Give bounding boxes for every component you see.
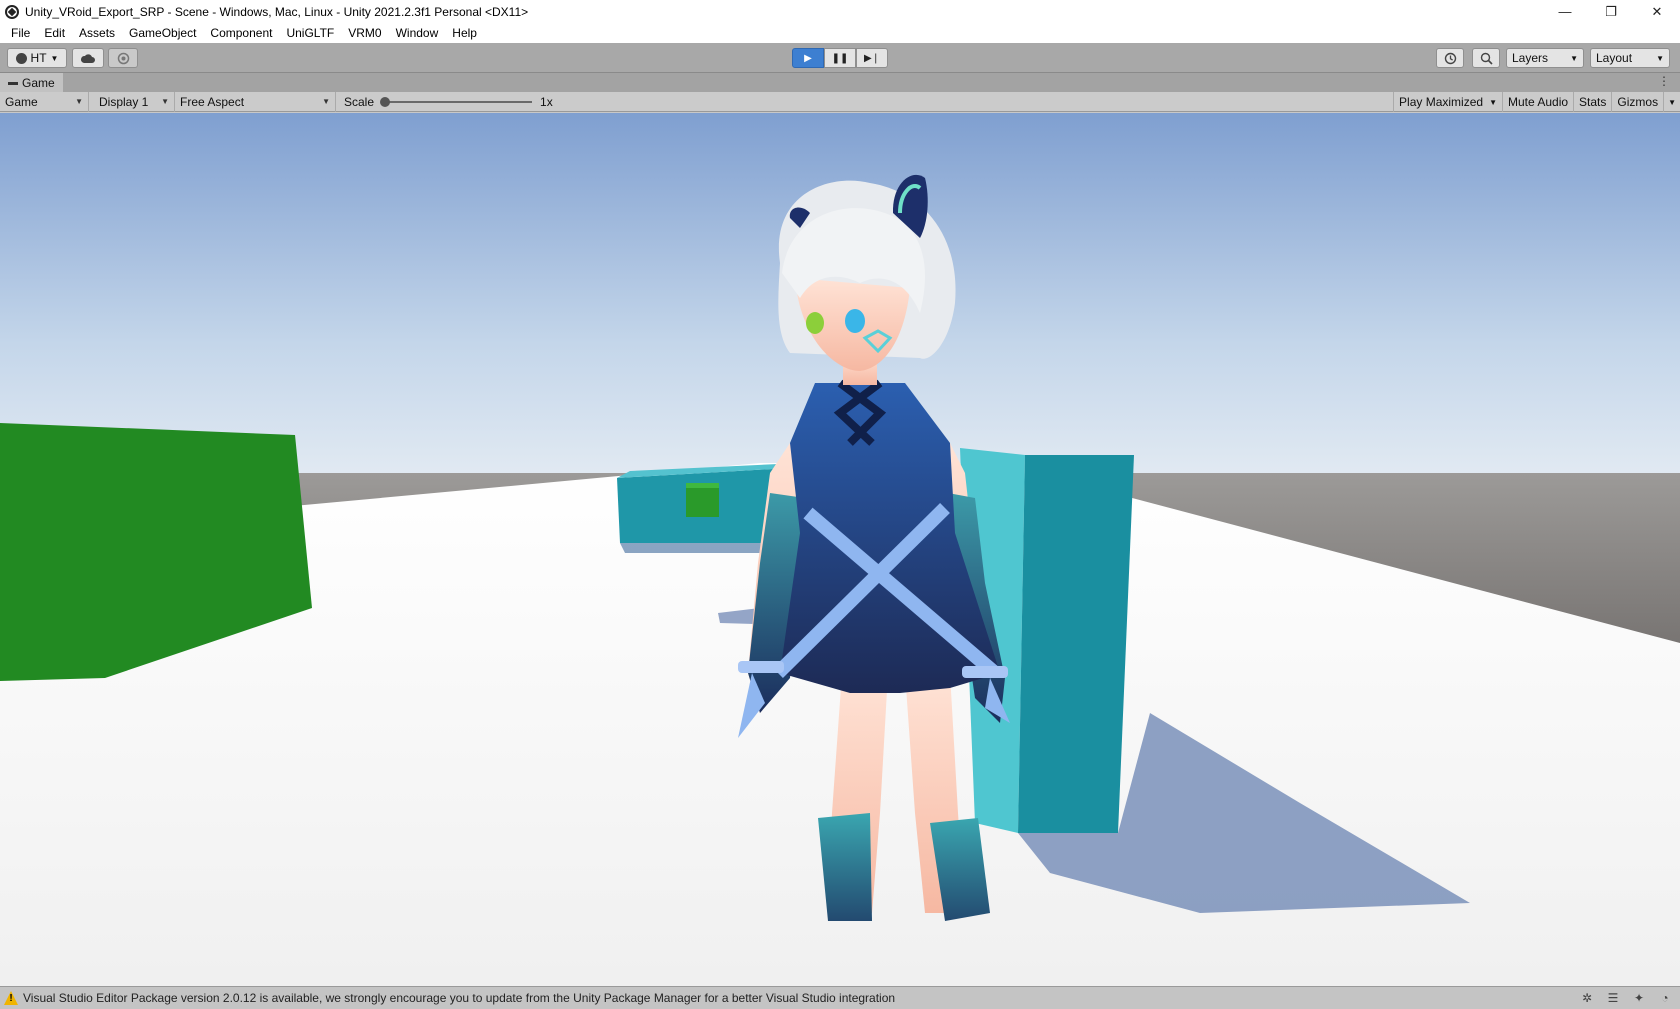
menu-component[interactable]: Component — [203, 26, 279, 40]
restore-button[interactable]: ❐ — [1588, 0, 1634, 23]
tab-menu-button[interactable]: ⋮ — [1658, 74, 1670, 88]
cloud-button[interactable] — [72, 48, 104, 68]
layers-dropdown[interactable]: Layers ▼ — [1506, 48, 1584, 68]
unity-logo-icon — [5, 4, 19, 19]
chevron-down-icon: ▼ — [1668, 97, 1676, 107]
search-button[interactable] — [1472, 48, 1500, 68]
character-left-eye — [806, 312, 824, 334]
menu-gameobject[interactable]: GameObject — [122, 26, 203, 40]
game-viewport[interactable] — [0, 113, 1680, 986]
gizmos-dropdown[interactable]: ▼ — [1663, 92, 1680, 112]
cloud-icon — [80, 53, 95, 63]
debug-icon[interactable]: ✲ — [1578, 990, 1596, 1006]
chevron-down-icon: ▼ — [50, 53, 59, 63]
aspect-select[interactable]: Free Aspect ▼ — [175, 91, 336, 112]
tab-game-label: Game — [22, 75, 55, 90]
scale-control: Scale 1x — [336, 92, 553, 112]
play-button[interactable]: ▶ — [792, 48, 824, 68]
chevron-down-icon: ▼ — [1570, 53, 1578, 63]
play-maximized-label: Play Maximized — [1399, 95, 1484, 109]
cache-server-icon[interactable]: ◔ — [1656, 990, 1674, 1006]
menu-vrm0[interactable]: VRM0 — [341, 26, 388, 40]
search-icon — [1480, 52, 1493, 65]
chevron-down-icon: ▼ — [1656, 53, 1664, 63]
play-maximized-dropdown[interactable]: Play Maximized ▼ — [1393, 92, 1502, 112]
status-icons: ✲ ☰ ✦ ◔ — [1570, 990, 1674, 1006]
window-controls: — ❐ ✕ — [1542, 0, 1680, 23]
layout-label: Layout — [1596, 51, 1633, 65]
view-select[interactable]: Game ▼ — [0, 91, 89, 112]
small-green-cube-top — [686, 483, 719, 488]
history-icon — [1444, 52, 1456, 64]
layout-dropdown[interactable]: Layout ▼ — [1590, 48, 1670, 68]
chevron-down-icon: ▼ — [161, 97, 169, 106]
history-button[interactable] — [1436, 48, 1464, 68]
scale-slider[interactable] — [380, 96, 533, 107]
account-dropdown[interactable]: HT ▼ — [7, 48, 67, 68]
game-view-controls: Game ▼ Display 1 ▼ Free Aspect ▼ Scale 1… — [0, 91, 1680, 112]
menu-assets[interactable]: Assets — [72, 26, 122, 40]
step-button[interactable]: ▶❘ — [856, 48, 888, 68]
account-icon — [15, 52, 27, 64]
stack-icon[interactable]: ☰ — [1604, 990, 1622, 1006]
warning-icon: ! — [4, 991, 18, 1005]
minimize-button[interactable]: — — [1542, 0, 1588, 23]
account-label: HT — [30, 51, 47, 65]
menu-help[interactable]: Help — [445, 26, 484, 40]
menu-unigltf[interactable]: UniGLTF — [279, 26, 341, 40]
layers-label: Layers — [1512, 51, 1549, 65]
tab-game[interactable]: ▬ Game — [0, 73, 63, 92]
scale-value: 1x — [540, 94, 553, 109]
gizmos-toggle[interactable]: Gizmos — [1611, 92, 1663, 112]
main-toolbar: HT ▼ ▶ ❚❚ ▶❘ Layers ▼ Layout ▼ — [0, 43, 1680, 73]
mute-audio-toggle[interactable]: Mute Audio — [1502, 92, 1573, 112]
display-select[interactable]: Display 1 ▼ — [89, 91, 175, 112]
display-select-label: Display 1 — [99, 94, 149, 109]
status-bar[interactable]: ! Visual Studio Editor Package version 2… — [0, 986, 1680, 1009]
view-select-label: Game — [5, 94, 38, 109]
aspect-select-label: Free Aspect — [180, 94, 245, 109]
game-render — [0, 113, 1680, 986]
auto-generate-lighting-icon[interactable]: ✦ — [1630, 990, 1648, 1006]
small-green-cube — [686, 487, 719, 517]
menu-file[interactable]: File — [4, 26, 37, 40]
chevron-down-icon: ▼ — [75, 97, 83, 106]
title-bar: Unity_VRoid_Export_SRP - Scene - Windows… — [0, 0, 1680, 23]
game-view-toggles: Play Maximized ▼ Mute Audio Stats Gizmos… — [1393, 92, 1680, 112]
close-button[interactable]: ✕ — [1634, 0, 1680, 23]
pause-button[interactable]: ❚❚ — [824, 48, 856, 68]
menu-edit[interactable]: Edit — [37, 26, 72, 40]
collab-icon — [117, 52, 129, 64]
menu-bar: File Edit Assets GameObject Component Un… — [0, 23, 1680, 43]
status-message[interactable]: Visual Studio Editor Package version 2.0… — [23, 991, 895, 1005]
play-controls: ▶ ❚❚ ▶❘ — [792, 48, 888, 68]
teal-pillar-front — [1018, 455, 1134, 833]
collab-button[interactable] — [108, 48, 138, 68]
scale-slider-thumb[interactable] — [380, 96, 391, 107]
scale-label: Scale — [344, 94, 375, 109]
menu-window[interactable]: Window — [389, 26, 446, 40]
window-title: Unity_VRoid_Export_SRP - Scene - Windows… — [25, 4, 529, 19]
character-right-eye — [845, 309, 865, 333]
character-right-wristband — [962, 666, 1008, 678]
game-tab-bar: ▬ Game ⋮ — [0, 73, 1680, 92]
gamepad-icon: ▬ — [8, 77, 18, 88]
chevron-down-icon: ▼ — [1489, 97, 1497, 107]
character-left-wristband — [738, 661, 784, 673]
chevron-down-icon: ▼ — [322, 97, 330, 106]
stats-toggle[interactable]: Stats — [1573, 92, 1611, 112]
